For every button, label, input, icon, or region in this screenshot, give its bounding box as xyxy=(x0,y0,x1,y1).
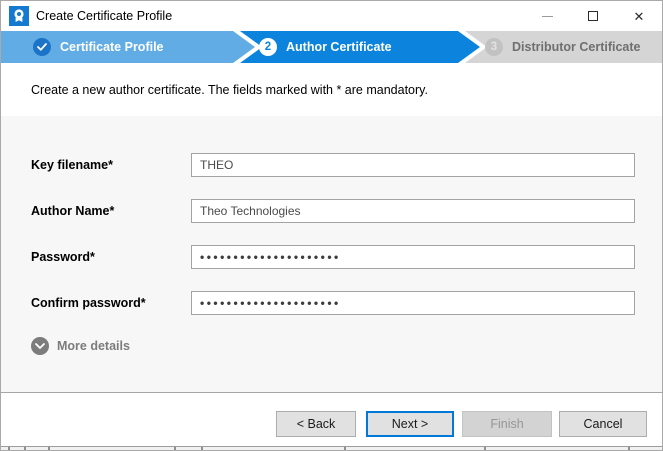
cancel-button[interactable]: Cancel xyxy=(559,411,647,437)
finish-button: Finish xyxy=(462,411,552,437)
field-password: Password* xyxy=(31,245,662,269)
certificate-app-icon xyxy=(9,6,29,26)
field-author-name: Author Name* xyxy=(31,199,662,223)
next-button[interactable]: Next > xyxy=(366,411,454,437)
bottom-strip xyxy=(1,446,662,450)
wizard-steps: Certificate Profile 2 Author Certificate… xyxy=(1,31,662,63)
step-certificate-profile: Certificate Profile xyxy=(33,31,164,63)
author-name-input[interactable] xyxy=(191,199,635,223)
more-details-label: More details xyxy=(57,339,130,353)
minimize-button[interactable] xyxy=(524,1,570,31)
maximize-button[interactable] xyxy=(570,1,616,31)
titlebar: Create Certificate Profile ✕ xyxy=(1,1,662,31)
window-controls: ✕ xyxy=(524,1,662,31)
back-button[interactable]: < Back xyxy=(276,411,356,437)
description-text: Create a new author certificate. The fie… xyxy=(1,63,662,116)
more-details-toggle[interactable]: More details xyxy=(31,337,662,355)
field-confirm-password: Confirm password* xyxy=(31,291,662,315)
step-number-badge: 3 xyxy=(485,38,503,56)
password-label: Password* xyxy=(31,250,191,264)
button-bar: < Back Next > Finish Cancel xyxy=(1,393,662,448)
check-icon xyxy=(33,38,51,56)
author-name-label: Author Name* xyxy=(31,204,191,218)
close-button[interactable]: ✕ xyxy=(616,1,662,31)
author-certificate-form: Key filename* Author Name* Password* Con… xyxy=(1,116,662,393)
chevron-down-icon xyxy=(31,337,49,355)
step-author-certificate: 2 Author Certificate xyxy=(259,31,392,63)
maximize-icon xyxy=(588,11,598,21)
key-filename-input[interactable] xyxy=(191,153,635,177)
key-filename-label: Key filename* xyxy=(31,158,191,172)
step-label: Distributor Certificate xyxy=(512,40,641,54)
confirm-password-label: Confirm password* xyxy=(31,296,191,310)
password-input[interactable] xyxy=(191,245,635,269)
step-label: Certificate Profile xyxy=(60,40,164,54)
minimize-icon xyxy=(542,16,553,17)
step-distributor-certificate: 3 Distributor Certificate xyxy=(485,31,641,63)
window-title: Create Certificate Profile xyxy=(36,9,172,23)
step-number-badge: 2 xyxy=(259,38,277,56)
close-icon: ✕ xyxy=(634,10,645,23)
field-key-filename: Key filename* xyxy=(31,153,662,177)
create-certificate-profile-dialog: Create Certificate Profile ✕ Certificate… xyxy=(0,0,663,451)
confirm-password-input[interactable] xyxy=(191,291,635,315)
step-label: Author Certificate xyxy=(286,40,392,54)
